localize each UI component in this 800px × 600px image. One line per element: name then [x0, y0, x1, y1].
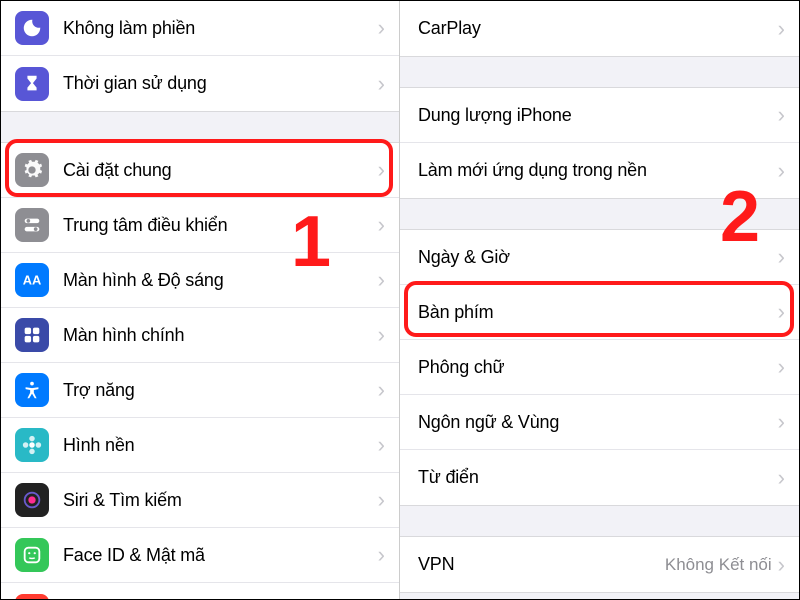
chevron-right-icon: › — [778, 158, 785, 184]
row-dictionary[interactable]: Từ điển › — [400, 450, 799, 505]
chevron-right-icon: › — [378, 212, 385, 238]
aa-icon: AA — [15, 263, 49, 297]
switches-icon — [15, 208, 49, 242]
row-sos[interactable]: SOS SOS khẩn cấp › — [1, 583, 399, 599]
chevron-right-icon: › — [778, 354, 785, 380]
chevron-right-icon: › — [378, 157, 385, 183]
general-panel-right: CarPlay › Dung lượng iPhone › Làm mới ứn… — [400, 1, 799, 599]
row-label: Ngôn ngữ & Vùng — [418, 412, 778, 433]
row-label: Face ID & Mật mã — [63, 545, 378, 566]
row-label: Từ điển — [418, 467, 778, 488]
row-label: Dung lượng iPhone — [418, 105, 778, 126]
row-label: Màn hình chính — [63, 325, 378, 346]
row-vpn[interactable]: VPN Không Kết nối › — [400, 537, 799, 592]
row-siri[interactable]: Siri & Tìm kiếm › — [1, 473, 399, 528]
row-carplay[interactable]: CarPlay › — [400, 1, 799, 56]
settings-panel-left: Không làm phiền › Thời gian sử dụng › Cà… — [1, 1, 400, 599]
flower-icon — [15, 428, 49, 462]
chevron-right-icon: › — [778, 465, 785, 491]
row-detail: Không Kết nối — [665, 555, 772, 575]
row-date-time[interactable]: Ngày & Giờ › — [400, 230, 799, 285]
row-label: Trợ năng — [63, 380, 378, 401]
svg-text:AA: AA — [23, 273, 42, 288]
face-icon — [15, 538, 49, 572]
chevron-right-icon: › — [378, 487, 385, 513]
row-screentime[interactable]: Thời gian sử dụng › — [1, 56, 399, 111]
row-home-screen[interactable]: Màn hình chính › — [1, 308, 399, 363]
tutorial-screenshot: Không làm phiền › Thời gian sử dụng › Cà… — [0, 0, 800, 600]
row-control-center[interactable]: Trung tâm điều khiển › — [1, 198, 399, 253]
grid-icon — [15, 318, 49, 352]
hourglass-icon — [15, 67, 49, 101]
row-wallpaper[interactable]: Hình nền › — [1, 418, 399, 473]
row-label: Trung tâm điều khiển — [63, 215, 378, 236]
row-dnd[interactable]: Không làm phiền › — [1, 1, 399, 56]
chevron-right-icon: › — [778, 409, 785, 435]
chevron-right-icon: › — [778, 102, 785, 128]
row-bg-refresh[interactable]: Làm mới ứng dụng trong nền › — [400, 143, 799, 198]
chevron-right-icon: › — [778, 244, 785, 270]
row-label: Làm mới ứng dụng trong nền — [418, 160, 778, 181]
chevron-right-icon: › — [378, 267, 385, 293]
chevron-right-icon: › — [778, 299, 785, 325]
chevron-right-icon: › — [378, 542, 385, 568]
chevron-right-icon: › — [378, 15, 385, 41]
row-label: Màn hình & Độ sáng — [63, 270, 378, 291]
row-label: Cài đặt chung — [63, 160, 378, 181]
row-display[interactable]: AA Màn hình & Độ sáng › — [1, 253, 399, 308]
accessibility-icon — [15, 373, 49, 407]
chevron-right-icon: › — [778, 16, 785, 42]
chevron-right-icon: › — [378, 377, 385, 403]
chevron-right-icon: › — [378, 432, 385, 458]
row-label: Không làm phiền — [63, 18, 378, 39]
chevron-right-icon: › — [378, 598, 385, 600]
gear-icon — [15, 153, 49, 187]
row-label: Hình nền — [63, 435, 378, 456]
row-accessibility[interactable]: Trợ năng › — [1, 363, 399, 418]
row-label: Thời gian sử dụng — [63, 73, 378, 94]
row-keyboard[interactable]: Bàn phím › — [400, 285, 799, 340]
row-label: Phông chữ — [418, 357, 778, 378]
row-language-region[interactable]: Ngôn ngữ & Vùng › — [400, 395, 799, 450]
row-label: Bàn phím — [418, 302, 778, 323]
row-label: Ngày & Giờ — [418, 247, 778, 268]
sos-icon: SOS — [15, 594, 49, 600]
row-label: Siri & Tìm kiếm — [63, 490, 378, 511]
chevron-right-icon: › — [378, 71, 385, 97]
row-label: VPN — [418, 554, 665, 575]
row-fonts[interactable]: Phông chữ › — [400, 340, 799, 395]
siri-icon — [15, 483, 49, 517]
chevron-right-icon: › — [378, 322, 385, 348]
moon-icon — [15, 11, 49, 45]
row-faceid[interactable]: Face ID & Mật mã › — [1, 528, 399, 583]
row-general[interactable]: Cài đặt chung › — [1, 143, 399, 198]
row-label: CarPlay — [418, 18, 778, 39]
row-storage[interactable]: Dung lượng iPhone › — [400, 88, 799, 143]
chevron-right-icon: › — [778, 552, 785, 578]
